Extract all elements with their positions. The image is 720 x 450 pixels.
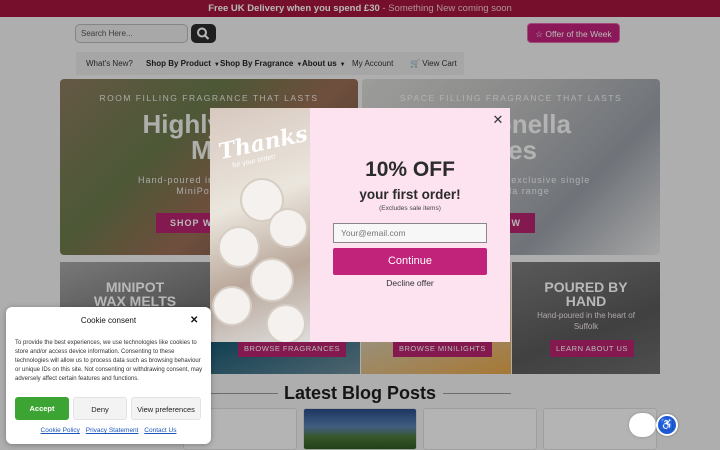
wax-melt-jar: [268, 208, 308, 248]
wax-melt-jar: [212, 286, 252, 326]
discount-popup: Thanks for your order! ✕ 10% OFF your fi…: [210, 108, 510, 342]
cookie-consent-panel: Cookie consent ✕ To provide the best exp…: [6, 307, 211, 444]
wax-melt-jar: [250, 258, 294, 302]
close-icon[interactable]: ✕: [492, 113, 504, 126]
cookie-links: Cookie Policy Privacy Statement Contact …: [6, 427, 211, 434]
view-preferences-button[interactable]: View preferences: [131, 397, 201, 420]
decline-offer-link[interactable]: Decline offer: [310, 278, 510, 288]
deny-cookies-button[interactable]: Deny: [73, 397, 127, 420]
cookie-title: Cookie consent: [80, 316, 137, 325]
privacy-statement-link[interactable]: Privacy Statement: [86, 427, 139, 434]
continue-button[interactable]: Continue: [333, 248, 487, 275]
popup-subheadline: your first order!: [359, 187, 461, 202]
wax-melt-jar: [218, 226, 260, 268]
email-field[interactable]: Your@email.com: [333, 223, 487, 243]
close-icon[interactable]: ✕: [190, 315, 198, 326]
popup-image: Thanks for your order!: [210, 108, 310, 342]
popup-exclusion-note: (Excludes sale items): [379, 205, 441, 212]
wax-melt-jar: [266, 304, 306, 342]
popup-headline: 10% OFF: [365, 158, 455, 181]
chat-bubble[interactable]: [629, 413, 656, 437]
cookie-policy-link[interactable]: Cookie Policy: [41, 427, 80, 434]
accept-cookies-button[interactable]: Accept: [15, 397, 69, 420]
contact-us-link[interactable]: Contact Us: [144, 427, 176, 434]
accessibility-icon[interactable]: ♿: [656, 414, 678, 436]
cookie-body-text: To provide the best experiences, we use …: [15, 340, 203, 382]
